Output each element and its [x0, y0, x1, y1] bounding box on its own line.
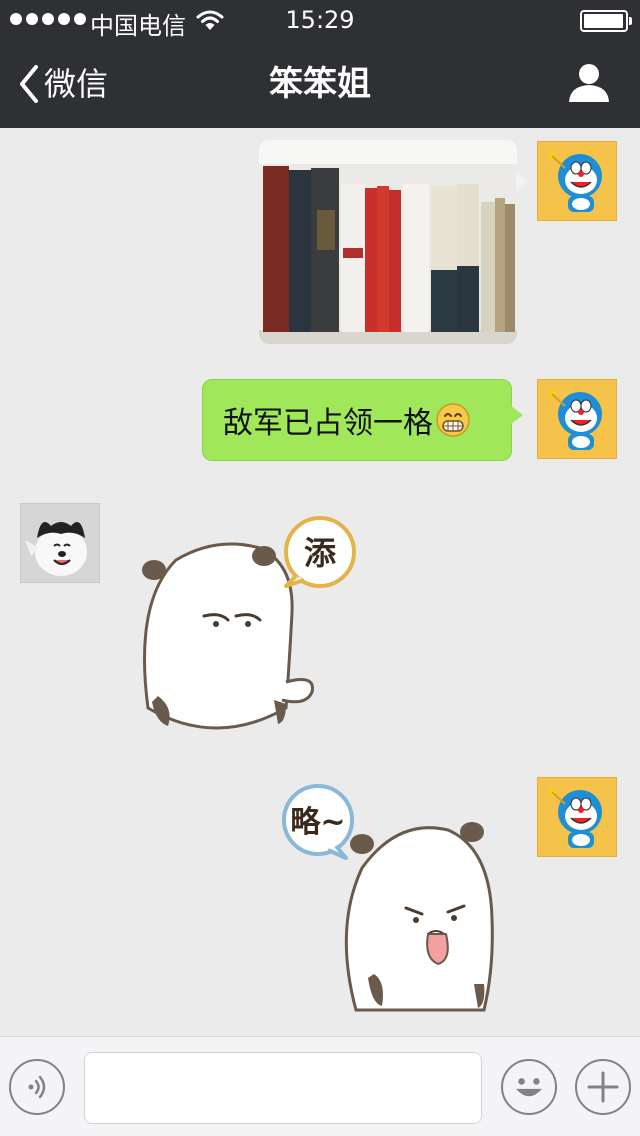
person-icon[interactable]: [566, 62, 612, 104]
avatar[interactable]: [537, 379, 617, 459]
avatar[interactable]: [537, 777, 617, 857]
husky-avatar-icon: [21, 504, 99, 582]
sticker-text: 添: [304, 534, 337, 572]
avatar[interactable]: [20, 503, 100, 583]
status-bar: 中国电信 15:29: [0, 0, 640, 40]
clock: 15:29: [285, 6, 355, 34]
input-bar: [0, 1036, 640, 1136]
nav-bar: 微信 笨笨姐: [0, 40, 640, 128]
message-input[interactable]: [84, 1052, 482, 1124]
chevron-left-icon: [20, 65, 38, 103]
voice-icon: [28, 1075, 46, 1099]
image-message[interactable]: [259, 140, 528, 344]
bear-sticker-tian[interactable]: 添: [136, 512, 366, 748]
emoji-button[interactable]: [501, 1059, 557, 1115]
smiley-icon: [516, 1078, 542, 1097]
grinning-face-emoji: [436, 403, 470, 437]
plus-icon: [587, 1071, 619, 1103]
doraemon-avatar-icon: [548, 788, 602, 848]
doraemon-avatar-icon: [548, 390, 602, 450]
voice-button[interactable]: [9, 1059, 65, 1115]
battery-icon: [580, 10, 632, 32]
sticker-text: 略~: [290, 805, 345, 840]
bear-sticker-lue[interactable]: 略~: [278, 778, 508, 1018]
chat-area[interactable]: 敌军已占领一格 添 略~: [0, 128, 640, 1036]
more-button[interactable]: [575, 1059, 631, 1115]
back-button[interactable]: 微信: [18, 64, 108, 104]
text-message[interactable]: 敌军已占领一格: [202, 379, 523, 461]
back-label: 微信: [44, 65, 109, 103]
doraemon-avatar-icon: [548, 152, 602, 212]
avatar[interactable]: [537, 141, 617, 221]
message-text: 敌军已占领一格: [223, 406, 433, 441]
bookshelf-photo: [259, 140, 517, 344]
